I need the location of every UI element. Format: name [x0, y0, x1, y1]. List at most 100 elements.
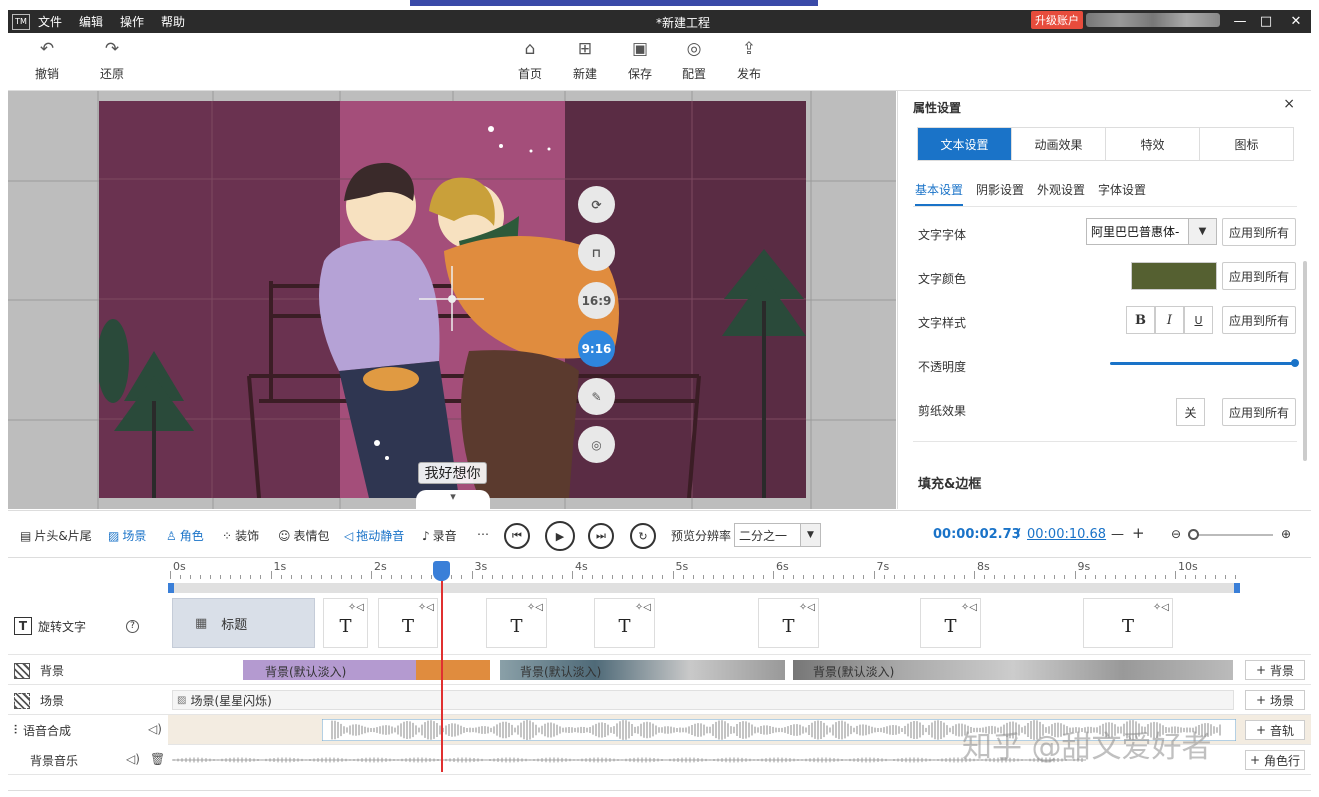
playhead-handle[interactable]	[433, 561, 450, 581]
new-button[interactable]: ⊞ 新建	[560, 39, 610, 82]
font-select[interactable]: 阿里巴巴普惠体- ▼	[1086, 218, 1217, 245]
bold-button[interactable]: B	[1126, 306, 1155, 334]
scene-button[interactable]: ▨ 场景	[108, 527, 146, 544]
background-clip-3[interactable]: 背景(默认淡入)	[793, 660, 1233, 680]
help-icon[interactable]: ?	[126, 619, 140, 633]
subtab-shadow[interactable]: 阴影设置	[976, 181, 1024, 206]
opacity-slider[interactable]	[1110, 359, 1299, 367]
close-panel-button[interactable]: ×	[1283, 96, 1295, 112]
head-tail-button[interactable]: ▤ 片头&片尾	[20, 527, 92, 544]
subtitle-text[interactable]: 我好想你	[418, 462, 487, 484]
play-button[interactable]: ▶	[545, 521, 575, 551]
settings-icon[interactable]: ◎	[578, 426, 615, 463]
menu-file[interactable]: 文件	[38, 13, 62, 30]
text-clip[interactable]: ✧◁ T	[486, 598, 547, 648]
add-track-button[interactable]: + 音轨	[1245, 720, 1305, 740]
clip-effect-volume-icon[interactable]: ✧◁	[418, 602, 434, 613]
title-clip[interactable]: ▦ 标题	[172, 598, 315, 648]
apply-style-all-button[interactable]: 应用到所有	[1222, 306, 1296, 334]
zoom-slider[interactable]	[1188, 534, 1273, 536]
text-clip[interactable]: ✧◁ T	[758, 598, 819, 648]
panel-scrollbar[interactable]	[1303, 261, 1307, 461]
config-button[interactable]: ◎ 配置	[669, 39, 719, 82]
undo-button[interactable]: ↶ 撤销	[22, 39, 72, 82]
range-start-handle[interactable]	[168, 583, 174, 593]
menu-operate[interactable]: 操作	[120, 13, 144, 30]
apply-color-all-button[interactable]: 应用到所有	[1222, 262, 1296, 290]
time-plus-button[interactable]: +	[1132, 524, 1145, 542]
volume-icon[interactable]: ◁)	[148, 722, 162, 736]
ratio-16-9-button[interactable]: 16:9	[578, 282, 615, 319]
tab-effects[interactable]: 特效	[1106, 128, 1200, 160]
playhead-line[interactable]	[441, 572, 443, 772]
redo-button[interactable]: ↷ 还原	[87, 39, 137, 82]
tab-animation[interactable]: 动画效果	[1012, 128, 1106, 160]
clip-effect-volume-icon[interactable]: ✧◁	[527, 602, 543, 613]
scene-clip[interactable]: ▨ 场景(星星闪烁)	[172, 690, 1234, 710]
publish-button[interactable]: ⇪ 发布	[724, 39, 774, 82]
upgrade-account-button[interactable]: 升级账户	[1031, 11, 1083, 29]
subtab-font[interactable]: 字体设置	[1098, 181, 1146, 206]
next-frame-button[interactable]: ⏭	[588, 523, 614, 549]
volume-icon[interactable]: ◁)	[126, 752, 140, 766]
background-clip-2[interactable]: 背景(默认淡入)	[500, 660, 785, 680]
add-role-row-button[interactable]: + 角色行	[1245, 750, 1305, 770]
replay-button[interactable]: ↻	[630, 523, 656, 549]
text-clip[interactable]: ✧◁ T	[920, 598, 981, 648]
subtab-appearance[interactable]: 外观设置	[1037, 181, 1085, 206]
menu-help[interactable]: 帮助	[161, 13, 185, 30]
resolution-select[interactable]: 二分之一 ▼	[734, 523, 821, 547]
text-clip[interactable]: ✧◁ T	[594, 598, 655, 648]
apply-paper-all-button[interactable]: 应用到所有	[1222, 398, 1296, 426]
collapse-stage-handle[interactable]: ▾	[416, 490, 490, 510]
clip-effect-volume-icon[interactable]: ✧◁	[635, 602, 651, 613]
total-time[interactable]: 00:00:10.68	[1027, 527, 1106, 542]
zoom-slider-knob[interactable]	[1188, 529, 1199, 540]
timeline-ruler[interactable]: 0s 1s 2s 3s 4s 5s 6s 7s 8s 9s 10s	[168, 559, 1311, 595]
underline-button[interactable]: U	[1184, 306, 1213, 334]
clip-effect-volume-icon[interactable]: ✧◁	[1153, 602, 1169, 613]
decor-button[interactable]: ⁘ 装饰	[222, 527, 259, 544]
text-clip[interactable]: ✧◁ T	[1083, 598, 1173, 648]
record-button[interactable]: ♪ 录音	[422, 527, 457, 544]
tab-text-settings[interactable]: 文本设置	[918, 128, 1012, 160]
add-scene-button[interactable]: + 场景	[1245, 690, 1305, 710]
zoom-out-icon[interactable]: ⊖	[1171, 527, 1181, 541]
bgm-waveform[interactable]	[172, 751, 1086, 769]
more-icon[interactable]: ⋯	[477, 527, 489, 541]
role-button[interactable]: ♙ 角色	[166, 527, 204, 544]
edit-icon[interactable]: ✎	[578, 378, 615, 415]
ratio-9-16-button[interactable]: 9:16	[578, 330, 615, 367]
apply-font-all-button[interactable]: 应用到所有	[1222, 218, 1296, 246]
opacity-slider-knob[interactable]	[1291, 359, 1299, 367]
add-background-button[interactable]: + 背景	[1245, 660, 1305, 680]
maximize-button[interactable]: □	[1255, 10, 1277, 33]
clip-effect-volume-icon[interactable]: ✧◁	[799, 602, 815, 613]
trash-icon[interactable]: 🗑	[150, 752, 165, 766]
italic-button[interactable]: I	[1155, 306, 1184, 334]
text-clip[interactable]: ✧◁ T	[323, 598, 368, 648]
range-end-handle[interactable]	[1234, 583, 1240, 593]
subtab-basic[interactable]: 基本设置	[915, 181, 964, 206]
timeline-scroll-track[interactable]	[168, 583, 1238, 593]
drag-mute-button[interactable]: ◁ 拖动静音	[344, 527, 404, 544]
home-button[interactable]: ⌂ 首页	[505, 39, 555, 82]
minimize-button[interactable]: —	[1229, 10, 1251, 33]
text-color-picker[interactable]	[1131, 262, 1217, 290]
clip-effect-volume-icon[interactable]: ✧◁	[961, 602, 977, 613]
clip-effect-volume-icon[interactable]: ✧◁	[348, 602, 364, 613]
video-canvas[interactable]	[99, 101, 806, 498]
time-minus-button[interactable]: —	[1111, 527, 1124, 542]
text-clip[interactable]: ✧◁ T	[378, 598, 438, 648]
unlock-icon[interactable]: ⊓	[578, 234, 615, 271]
fill-border-section[interactable]: 填充&边框	[918, 473, 981, 492]
save-button[interactable]: ▣ 保存	[615, 39, 665, 82]
close-window-button[interactable]: ✕	[1285, 10, 1307, 33]
emoji-button[interactable]: ☺ 表情包	[278, 527, 330, 544]
tab-icons[interactable]: 图标	[1200, 128, 1293, 160]
account-name-blurred[interactable]	[1086, 13, 1220, 27]
zoom-in-icon[interactable]: ⊕	[1281, 527, 1291, 541]
background-clip-1[interactable]: 背景(默认淡入)	[243, 660, 490, 680]
rotate-icon[interactable]: ⟳	[578, 186, 615, 223]
paper-cut-toggle[interactable]: 关	[1176, 398, 1205, 426]
